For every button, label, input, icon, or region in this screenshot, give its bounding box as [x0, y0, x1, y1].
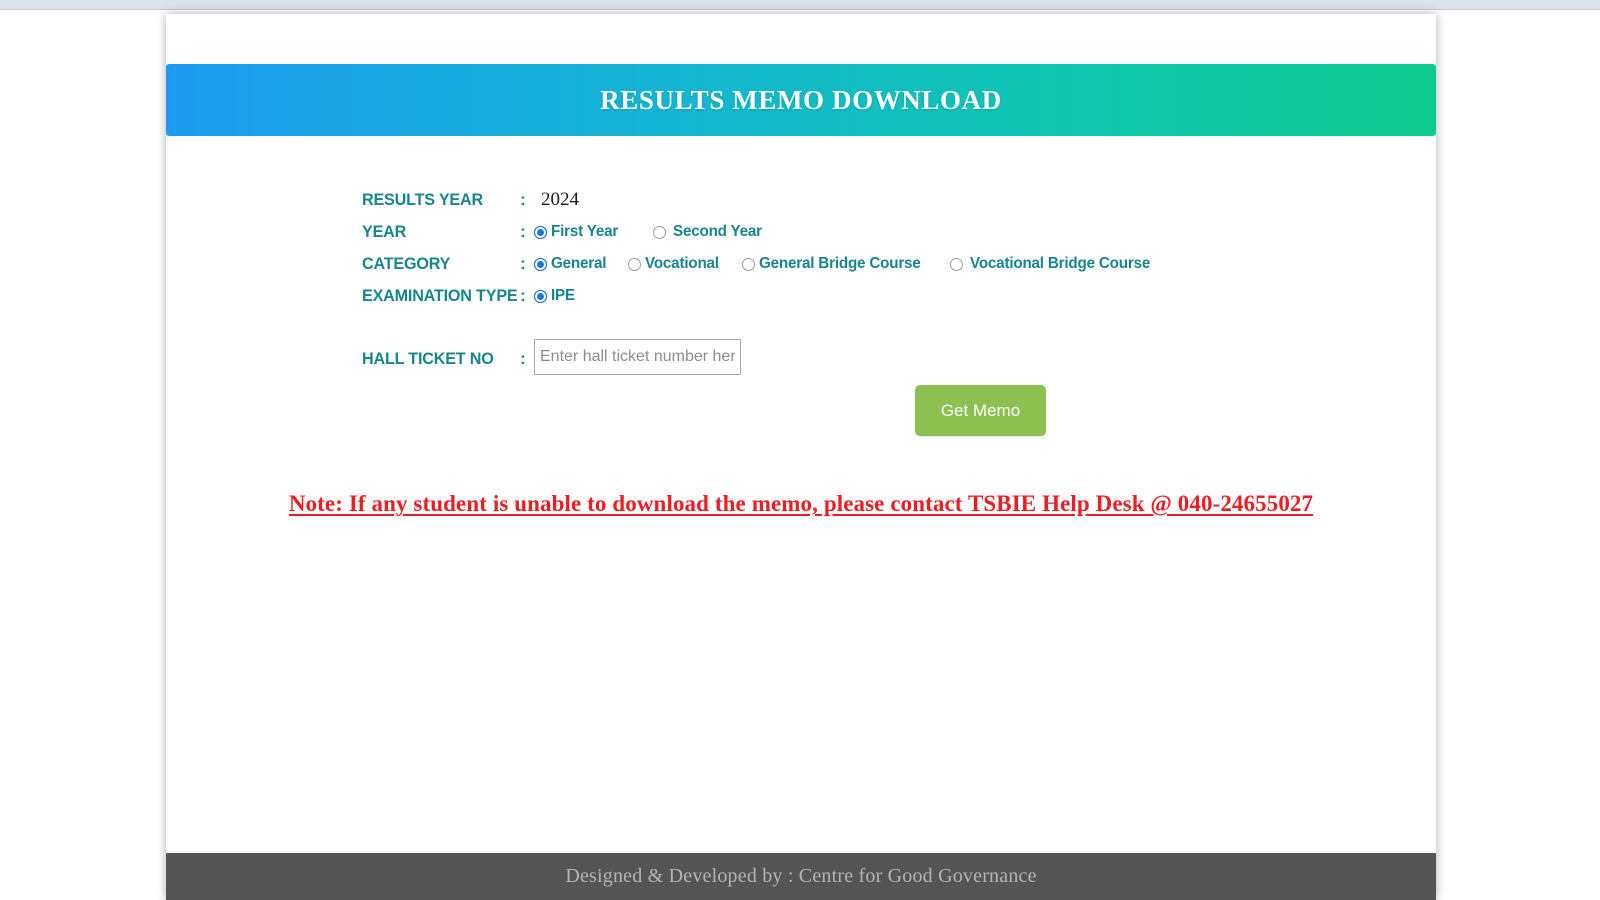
page-footer: Designed & Developed by : Centre for Goo… [166, 853, 1436, 900]
form-row-results-year: RESULTS YEAR : 2024 [362, 184, 1412, 216]
browser-top-strip [0, 0, 1600, 10]
footer-credit-text: Designed & Developed by : Centre for Goo… [565, 865, 1036, 888]
help-desk-note-text: Note: If any student is unable to downlo… [289, 491, 1313, 517]
radio-icon-general[interactable] [534, 258, 547, 271]
page-background: RESULTS MEMO DOWNLOAD RESULTS YEAR : 202… [0, 0, 1600, 900]
examination-type-colon: : [520, 286, 534, 306]
radio-label-vocational: Vocational [645, 255, 719, 273]
form-row-year: YEAR : First Year Second Year [362, 216, 1412, 248]
page-container: RESULTS MEMO DOWNLOAD RESULTS YEAR : 202… [166, 14, 1436, 900]
radio-icon-general-bridge-course[interactable] [742, 258, 755, 271]
radio-option-general[interactable]: General [534, 255, 609, 273]
radio-label-general-bridge-course: General Bridge Course [759, 255, 921, 273]
year-radio-group: First Year Second Year [534, 223, 790, 241]
radio-label-vocational-bridge-course: Vocational Bridge Course [970, 255, 1150, 273]
radio-icon-second-year[interactable] [653, 226, 666, 239]
category-radio-group: General Vocational General Bridge Course [534, 255, 1184, 273]
category-colon: : [520, 254, 534, 274]
radio-option-second-year[interactable]: Second Year [653, 223, 767, 241]
radio-option-vocational-bridge-course[interactable]: Vocational Bridge Course [950, 255, 1160, 273]
page-header-banner: RESULTS MEMO DOWNLOAD [166, 64, 1436, 136]
memo-download-form: RESULTS YEAR : 2024 YEAR : First Year [362, 184, 1412, 383]
category-label: CATEGORY [362, 254, 512, 274]
results-year-label: RESULTS YEAR [362, 190, 512, 210]
results-year-value: 2024 [534, 189, 579, 211]
radio-label-first-year: First Year [551, 223, 618, 241]
radio-option-vocational[interactable]: Vocational [628, 255, 723, 273]
radio-icon-ipe[interactable] [534, 290, 547, 303]
radio-option-general-bridge-course[interactable]: General Bridge Course [742, 255, 929, 273]
hall-ticket-input[interactable] [534, 339, 741, 375]
radio-option-ipe[interactable]: IPE [534, 287, 576, 305]
year-label: YEAR [362, 222, 512, 242]
year-colon: : [520, 222, 534, 242]
radio-option-first-year[interactable]: First Year [534, 223, 622, 241]
radio-label-second-year: Second Year [673, 223, 762, 241]
page-title: RESULTS MEMO DOWNLOAD [600, 85, 1002, 116]
examination-type-radio-group: IPE [534, 287, 600, 305]
examination-type-label: EXAMINATION TYPE [362, 286, 512, 306]
radio-icon-first-year[interactable] [534, 226, 547, 239]
form-row-hall-ticket: HALL TICKET NO : [362, 339, 1412, 383]
form-row-category: CATEGORY : General Vocational [362, 248, 1412, 280]
results-year-colon: : [520, 190, 534, 210]
hall-ticket-label: HALL TICKET NO [362, 339, 512, 369]
hall-ticket-colon: : [520, 339, 534, 369]
radio-icon-vocational[interactable] [628, 258, 641, 271]
get-memo-button[interactable]: Get Memo [915, 385, 1046, 436]
form-row-examination-type: EXAMINATION TYPE : IPE [362, 280, 1412, 312]
help-desk-note: Note: If any student is unable to downlo… [166, 491, 1436, 517]
radio-label-general: General [551, 255, 606, 273]
content-area: RESULTS MEMO DOWNLOAD RESULTS YEAR : 202… [166, 14, 1436, 853]
radio-icon-vocational-bridge-course[interactable] [950, 258, 963, 271]
radio-label-ipe: IPE [551, 287, 575, 305]
submit-button-row: Get Memo [915, 385, 1046, 436]
